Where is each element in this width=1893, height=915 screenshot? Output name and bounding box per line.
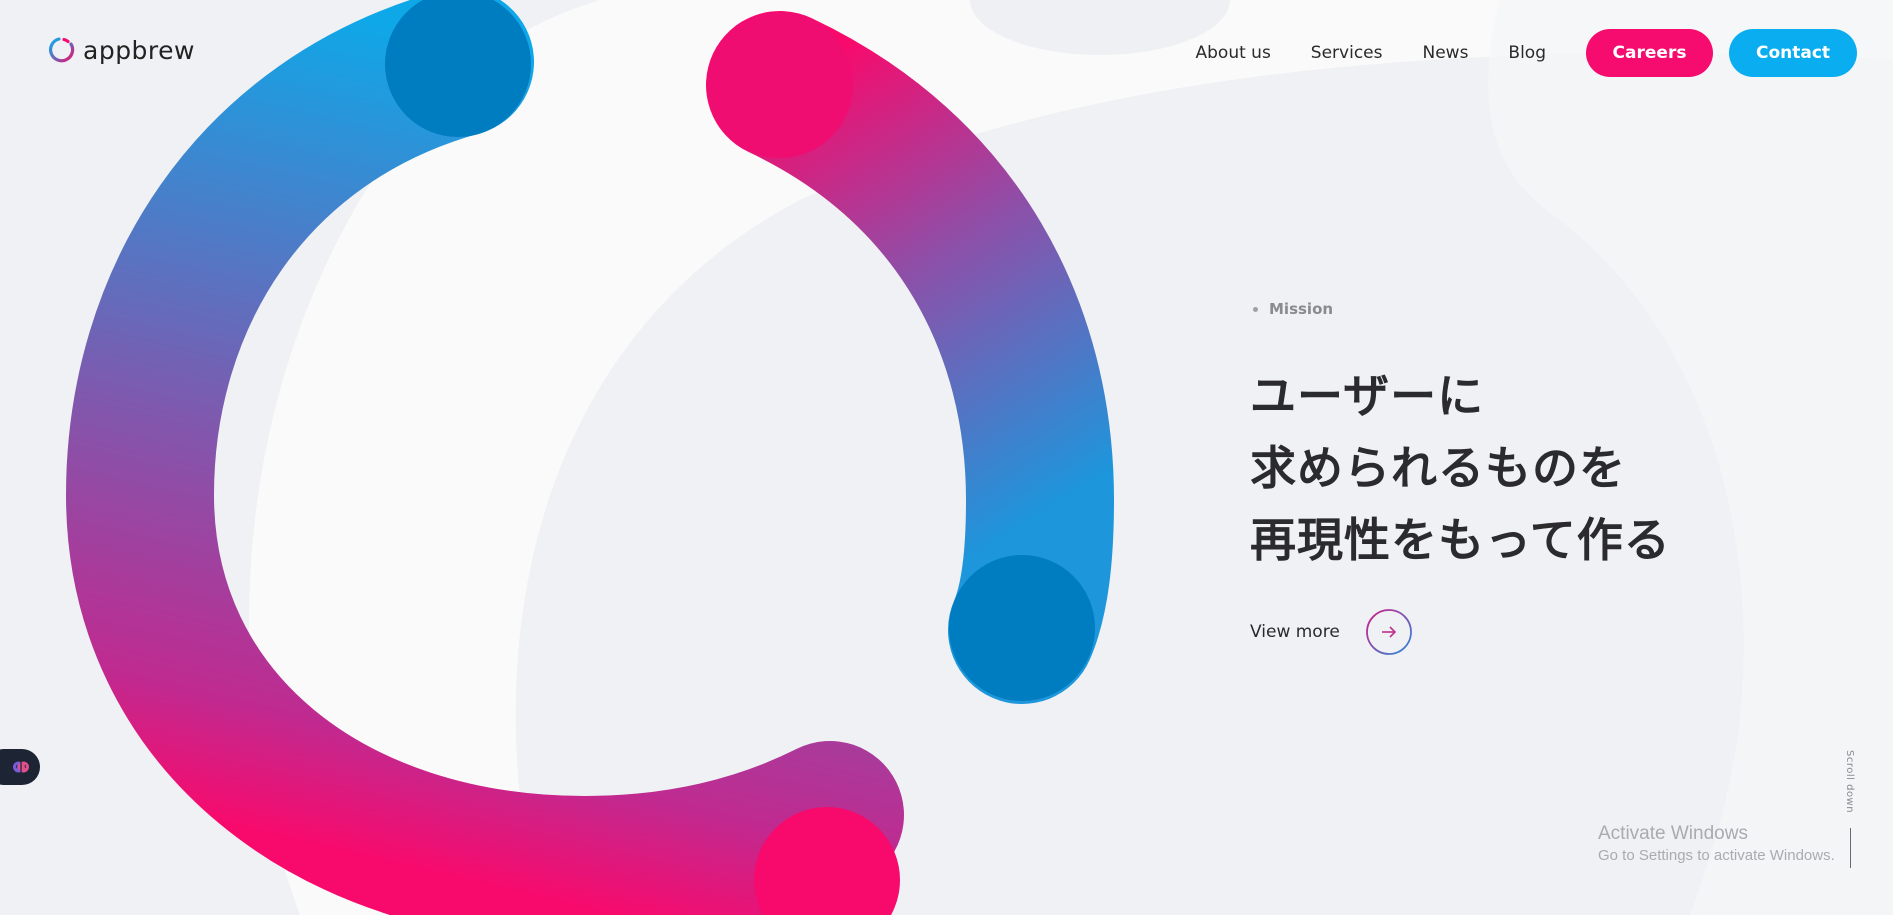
mission-section: Mission ユーザーに 求められるものを 再現性をもって作る View mo… xyxy=(1250,300,1671,656)
section-label: Mission xyxy=(1253,300,1671,318)
right-arc-bottom-cap xyxy=(949,555,1095,701)
watermark-title: Activate Windows xyxy=(1598,823,1748,844)
nav-about-us[interactable]: About us xyxy=(1196,29,1271,77)
hero-headline: ユーザーに 求められるものを 再現性をもって作る xyxy=(1250,360,1671,576)
headline-line-3: 再現性をもって作る xyxy=(1250,513,1671,567)
activate-windows-watermark: Activate Windows Go to Settings to activ… xyxy=(1598,822,1835,866)
headline-line-2: 求められるものを xyxy=(1250,441,1626,495)
brain-icon xyxy=(13,761,29,773)
left-arc xyxy=(65,0,904,915)
page: appbrew About us Services News Blog Care… xyxy=(0,0,1893,915)
logo-wordmark: appbrew xyxy=(83,35,195,65)
section-label-text: Mission xyxy=(1269,300,1334,318)
view-more-link[interactable]: View more xyxy=(1250,608,1671,656)
nav-news[interactable]: News xyxy=(1422,29,1468,77)
nav-blog[interactable]: Blog xyxy=(1508,29,1546,77)
appbrew-logo[interactable]: appbrew xyxy=(47,36,195,64)
scroll-down-label: Scroll down xyxy=(1844,750,1855,814)
scroll-down-indicator[interactable]: Scroll down xyxy=(1842,750,1862,870)
side-widget-button[interactable] xyxy=(0,749,40,785)
scroll-line xyxy=(1850,828,1851,868)
nav-services[interactable]: Services xyxy=(1311,29,1383,77)
arrow-right-icon[interactable] xyxy=(1365,608,1413,656)
headline-line-1: ユーザーに xyxy=(1250,369,1485,423)
right-arc-top-cap xyxy=(707,12,853,158)
appbrew-ring-logo-icon xyxy=(49,37,75,63)
contact-button[interactable]: Contact xyxy=(1729,29,1857,77)
careers-button[interactable]: Careers xyxy=(1586,29,1713,77)
view-more-label: View more xyxy=(1250,622,1340,642)
bullet-dot xyxy=(1253,306,1258,312)
right-arc xyxy=(706,11,1115,704)
watermark-subtitle: Go to Settings to activate Windows. xyxy=(1598,847,1835,864)
main-nav: About us Services News Blog Careers Cont… xyxy=(1196,29,1857,77)
